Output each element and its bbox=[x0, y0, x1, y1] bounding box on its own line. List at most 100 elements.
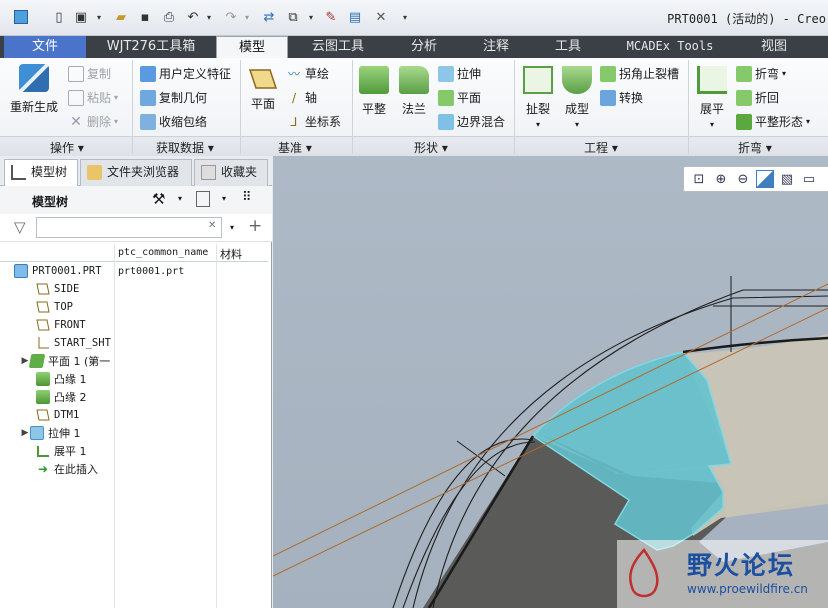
tab-folder-browser[interactable]: 文件夹浏览器 bbox=[80, 159, 192, 186]
tree-item-side[interactable]: SIDE bbox=[36, 280, 79, 298]
tree-item-front[interactable]: FRONT bbox=[36, 316, 86, 334]
copy-button[interactable]: 复制 bbox=[68, 65, 111, 82]
column-header-material[interactable]: 材料 bbox=[220, 246, 242, 262]
tree-filter-icon[interactable]: ⠿ bbox=[242, 190, 252, 205]
windows-dropdown-icon[interactable]: ▾ bbox=[302, 8, 320, 26]
search-input[interactable] bbox=[36, 217, 222, 238]
group-get-data[interactable]: 获取数据 ▾ bbox=[156, 139, 214, 156]
group-bends[interactable]: 折弯 ▾ bbox=[738, 139, 772, 156]
bend-button[interactable]: 折弯 ▾ bbox=[736, 65, 786, 82]
named-views-icon[interactable]: ▭ bbox=[800, 170, 818, 188]
convert-button[interactable]: 转换 bbox=[600, 89, 643, 106]
close-icon[interactable]: ✕ bbox=[372, 8, 390, 26]
regenerate-icon[interactable]: ⇄ bbox=[260, 8, 278, 26]
tree-item-part[interactable]: PRT0001.PRT bbox=[14, 262, 102, 280]
tree-item-top[interactable]: TOP bbox=[36, 298, 73, 316]
screen-icon[interactable]: ▤ bbox=[346, 8, 364, 26]
tree-item-flange-2[interactable]: 凸缘 2 bbox=[36, 388, 87, 406]
extrude-button[interactable]: 拉伸 bbox=[438, 65, 481, 82]
udf-button[interactable]: 用户定义特征 bbox=[140, 65, 231, 82]
tree-item-insert-here[interactable]: ➜ 在此插入 bbox=[36, 460, 98, 478]
clear-icon[interactable]: ✕ bbox=[208, 220, 216, 231]
udf-icon bbox=[140, 65, 156, 82]
tab-analysis[interactable]: 分析 bbox=[388, 36, 460, 58]
search-dropdown-icon[interactable]: ▾ bbox=[230, 223, 234, 232]
expand-icon[interactable]: ▶ bbox=[20, 428, 30, 438]
graphics-viewport[interactable]: ⊡ ⊕ ⊖ ▧ ▭ 野火论坛 www.proewildfire.cn bbox=[273, 156, 828, 608]
tab-view[interactable]: 视图 bbox=[736, 36, 812, 58]
dropdown-icon[interactable]: ▾ bbox=[90, 8, 108, 26]
app-icon[interactable] bbox=[12, 8, 30, 26]
flat-pattern-button[interactable]: 平整形态 ▾ bbox=[736, 113, 810, 130]
tree-item-csys[interactable]: START_SHT bbox=[36, 334, 111, 352]
quick-access-toolbar: ▯ ▣ ▾ ▰ ▪ ⎙ ↶ ▾ ↷ ▾ ⇄ ⧉ ▾ ✎ ▤ ✕ ▾ PRT000… bbox=[0, 0, 828, 36]
paste-button[interactable]: 粘贴 ▾ bbox=[68, 89, 118, 106]
bend-back-button[interactable]: 折回 bbox=[736, 89, 779, 106]
datum-plane-button[interactable]: 平面 bbox=[246, 66, 280, 112]
new-icon[interactable]: ▯ bbox=[50, 8, 68, 26]
settings-dropdown-icon[interactable]: ▾ bbox=[178, 194, 182, 203]
corner-relief-button[interactable]: 拐角止裂槽 bbox=[600, 65, 679, 82]
tab-favorites[interactable]: 收藏夹 bbox=[194, 159, 268, 186]
tab-mcadex-tools[interactable]: MCADEx Tools bbox=[604, 36, 736, 58]
unbend-button[interactable]: 展平 ▾ bbox=[696, 66, 728, 129]
sketch-button[interactable]: 〰草绘 bbox=[286, 65, 329, 82]
repaint-icon[interactable] bbox=[756, 170, 774, 188]
planar-wall-icon bbox=[28, 354, 46, 368]
window-icon[interactable]: ▣ bbox=[72, 8, 90, 26]
display-style-icon[interactable]: ▧ bbox=[778, 170, 796, 188]
axis-button[interactable]: / 轴 bbox=[286, 89, 317, 106]
rip-button[interactable]: 扯裂 ▾ bbox=[522, 66, 554, 129]
tree-item-planar-wall[interactable]: ▶ 平面 1 (第一 bbox=[20, 352, 110, 370]
undo-dropdown-icon[interactable]: ▾ bbox=[200, 8, 218, 26]
regenerate-button[interactable]: 重新生成 bbox=[8, 64, 60, 115]
settings-icon[interactable]: ⚒ bbox=[152, 190, 165, 208]
redo-dropdown-icon[interactable]: ▾ bbox=[238, 8, 256, 26]
watermark-logo-icon bbox=[629, 548, 659, 598]
customize-icon[interactable]: ▾ bbox=[396, 8, 414, 26]
open-icon[interactable]: ▰ bbox=[112, 8, 130, 26]
tab-file[interactable]: 文件 bbox=[4, 36, 86, 58]
planar-button[interactable]: 平面 bbox=[438, 89, 481, 106]
flat-pattern-icon bbox=[736, 113, 752, 130]
edit-icon[interactable]: ✎ bbox=[322, 8, 340, 26]
copy-icon bbox=[68, 65, 84, 82]
zoom-fit-icon[interactable]: ⊡ bbox=[690, 170, 708, 188]
windows-icon[interactable]: ⧉ bbox=[284, 8, 302, 26]
show-icon[interactable] bbox=[196, 191, 210, 207]
tree-item-dtm1[interactable]: DTM1 bbox=[36, 406, 79, 424]
csys-icon: ⅃ bbox=[290, 114, 298, 129]
flat-wall-button[interactable]: 平整 bbox=[358, 66, 390, 117]
zoom-out-icon[interactable]: ⊖ bbox=[734, 170, 752, 188]
csys-button[interactable]: ⅃ 坐标系 bbox=[286, 113, 341, 130]
tab-wjt276-toolbox[interactable]: WJT276工具箱 bbox=[86, 36, 216, 58]
bend-back-icon bbox=[736, 89, 752, 106]
tab-tools[interactable]: 工具 bbox=[532, 36, 604, 58]
show-dropdown-icon[interactable]: ▾ bbox=[222, 194, 226, 203]
print-icon[interactable]: ⎙ bbox=[160, 8, 178, 26]
group-shapes[interactable]: 形状 ▾ bbox=[414, 139, 448, 156]
group-operations[interactable]: 操作 ▾ bbox=[50, 139, 84, 156]
boundary-blend-button[interactable]: 边界混合 bbox=[438, 113, 505, 130]
shrinkwrap-button[interactable]: 收缩包络 bbox=[140, 113, 207, 130]
tree-item-extrude-1[interactable]: ▶ 拉伸 1 bbox=[20, 424, 81, 442]
convert-icon bbox=[600, 89, 616, 106]
save-icon[interactable]: ▪ bbox=[136, 8, 154, 26]
flange-button[interactable]: 法兰 bbox=[398, 66, 430, 117]
column-header-common-name[interactable]: ptc_common_name bbox=[118, 247, 208, 258]
tab-model-tree[interactable]: 模型树 bbox=[4, 159, 78, 186]
zoom-in-icon[interactable]: ⊕ bbox=[712, 170, 730, 188]
group-datum[interactable]: 基准 ▾ bbox=[278, 139, 312, 156]
unbend-icon bbox=[37, 446, 49, 457]
delete-button[interactable]: ✕ 删除 ▾ bbox=[68, 113, 118, 130]
group-engineering[interactable]: 工程 ▾ bbox=[584, 139, 618, 156]
add-column-icon[interactable]: + bbox=[248, 216, 262, 236]
tree-item-flange-1[interactable]: 凸缘 1 bbox=[36, 370, 87, 388]
tab-model[interactable]: 模型 bbox=[216, 36, 288, 58]
tree-item-unbend-1[interactable]: 展平 1 bbox=[36, 442, 87, 460]
copy-geometry-button[interactable]: 复制几何 bbox=[140, 89, 207, 106]
copy-geometry-icon bbox=[140, 89, 156, 106]
form-button[interactable]: 成型 ▾ bbox=[560, 66, 594, 129]
tab-cloud-tools[interactable]: 云图工具 bbox=[288, 36, 388, 58]
tab-annotate[interactable]: 注释 bbox=[460, 36, 532, 58]
